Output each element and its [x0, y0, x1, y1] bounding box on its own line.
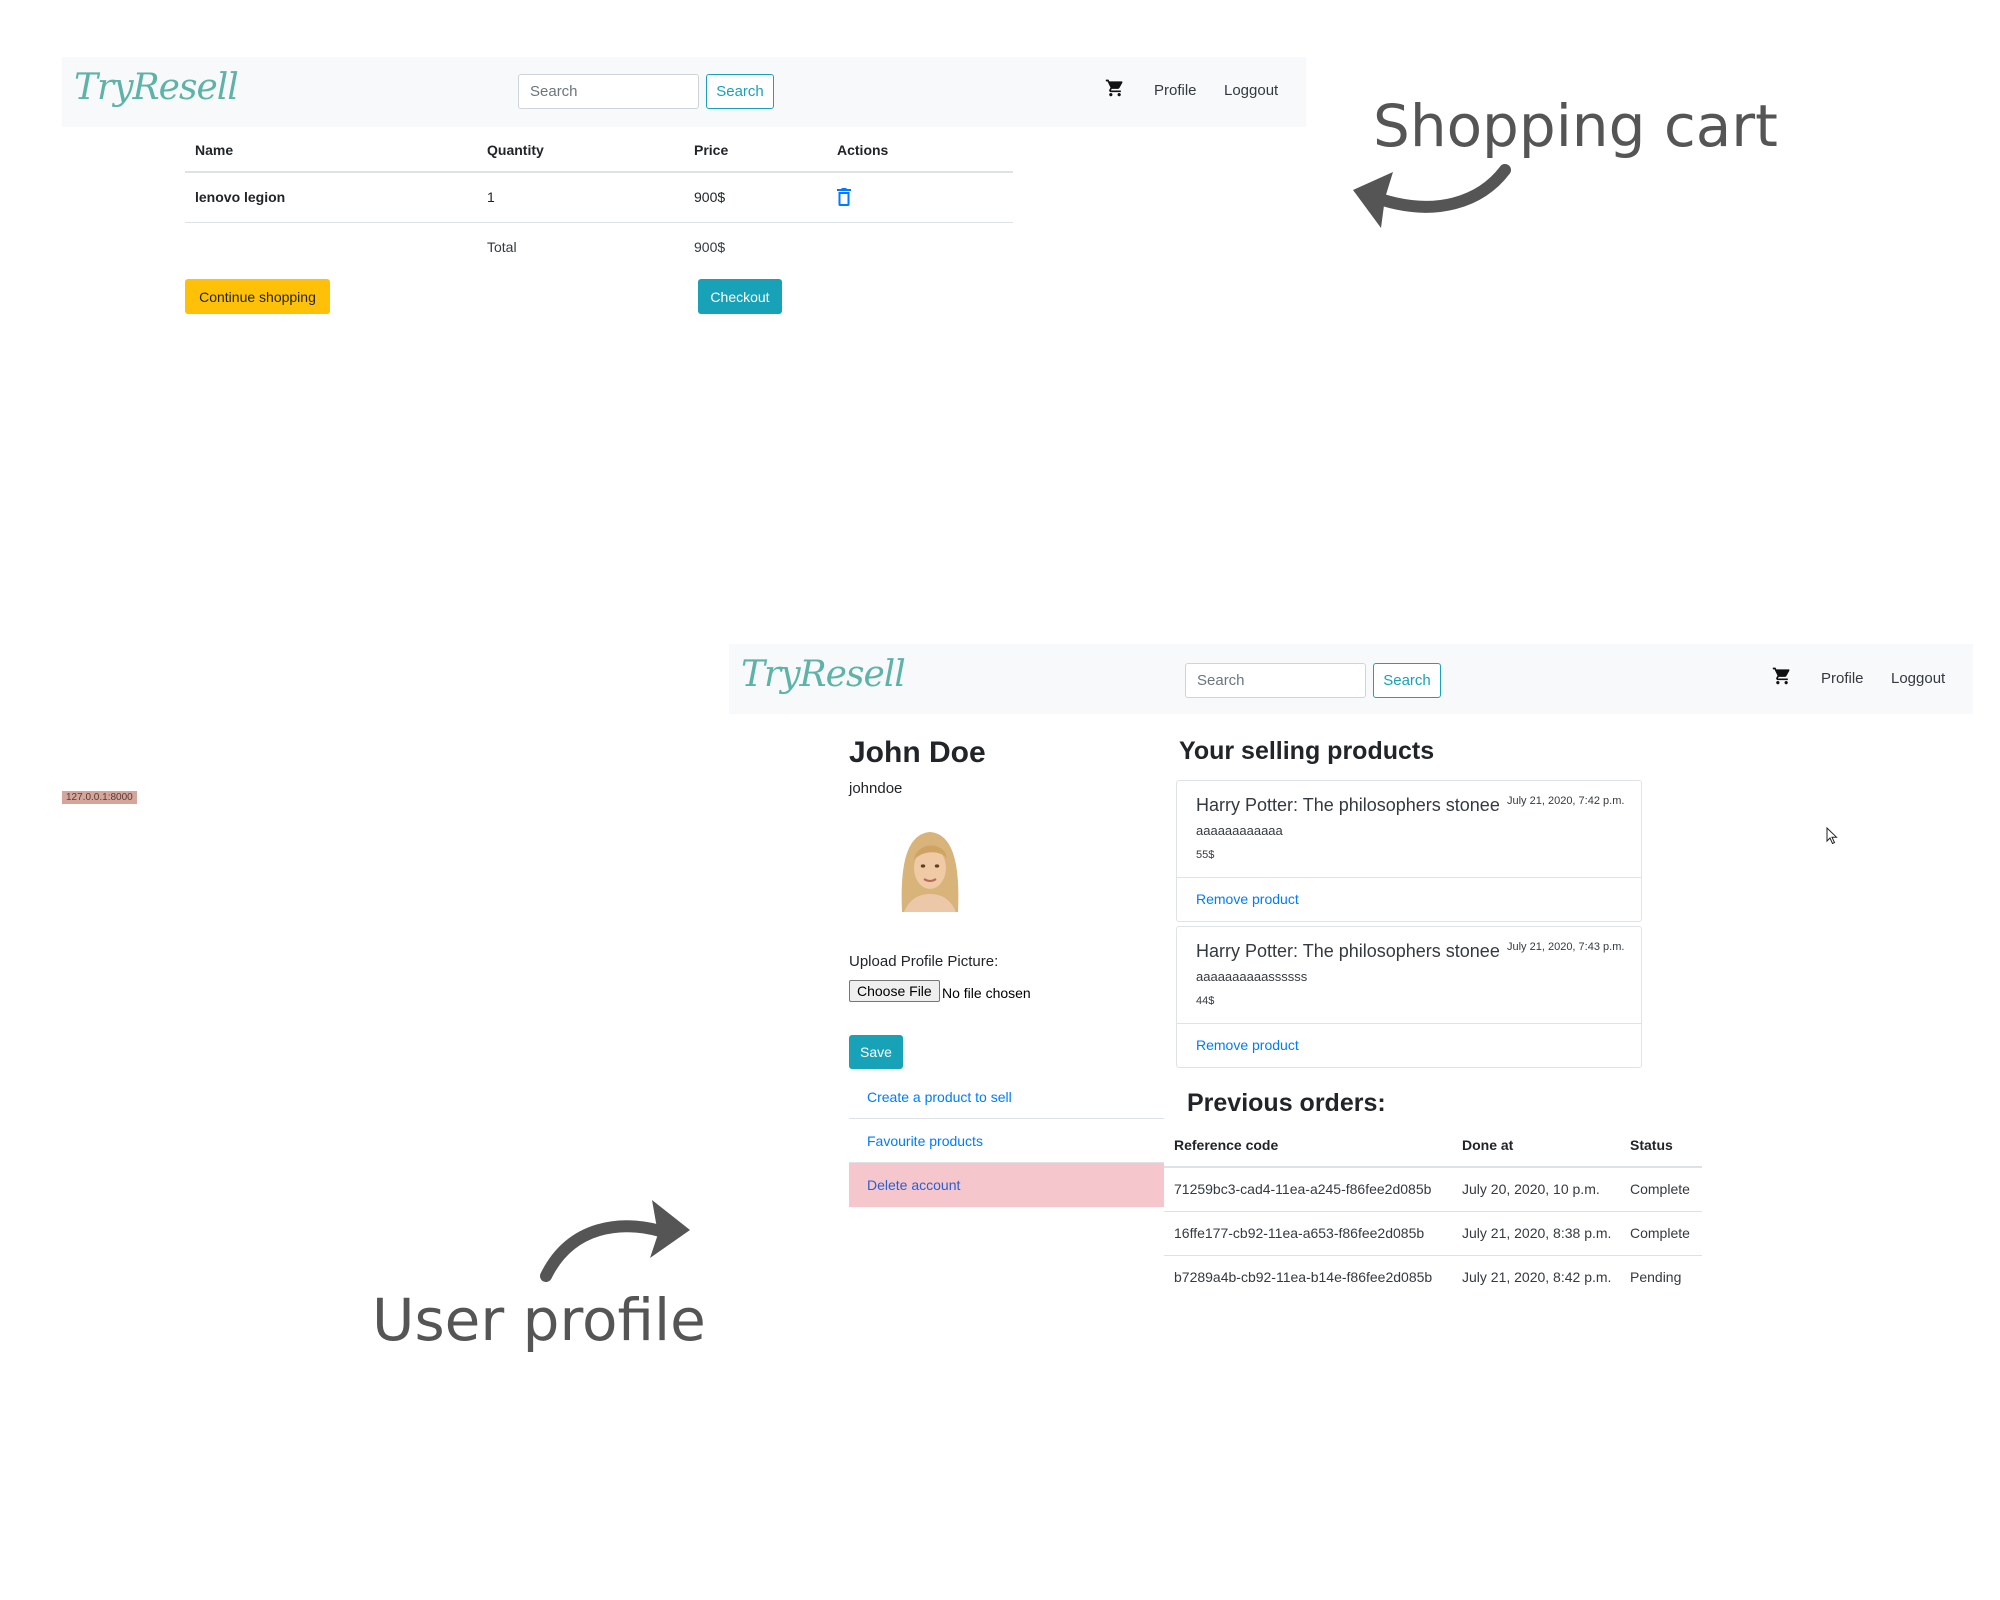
- product-description: aaaaaaaaaassssss: [1196, 969, 1308, 984]
- product-title: Harry Potter: The philosophers stonee: [1196, 941, 1500, 961]
- product-price: 44$: [1196, 995, 1215, 1007]
- product-title: Harry Potter: The philosophers stonee: [1196, 795, 1500, 815]
- cart-header-row: Name Quantity Price Actions: [185, 128, 1013, 173]
- cart-total-empty: [827, 222, 1013, 272]
- col-price: Price: [684, 128, 827, 173]
- col-quantity: Quantity: [477, 128, 684, 173]
- cart-total-label: Total: [487, 239, 517, 256]
- col-done-at: Done at: [1452, 1124, 1620, 1168]
- upload-label: Upload Profile Picture:: [849, 953, 999, 970]
- order-ref: 16ffe177-cb92-11ea-a653-f86fee2d085b: [1164, 1211, 1452, 1256]
- cart-total-spacer: [185, 222, 477, 272]
- product-card-body: Harry Potter: The philosophers stonee Ju…: [1177, 781, 1641, 877]
- order-status: Complete: [1620, 1211, 1702, 1256]
- order-ref: 71259bc3-cad4-11ea-a245-f86fee2d085b: [1164, 1167, 1452, 1212]
- nav-profile-link[interactable]: Profile: [1821, 670, 1864, 687]
- avatar: [892, 826, 968, 912]
- remove-product-link[interactable]: Remove product: [1177, 877, 1641, 921]
- product-date: July 21, 2020, 7:42 p.m.: [1507, 795, 1625, 807]
- trash-icon[interactable]: [837, 188, 851, 207]
- cart-icon[interactable]: [1772, 666, 1792, 686]
- order-done-at: July 21, 2020, 8:42 p.m.: [1462, 1269, 1612, 1286]
- cart-total-row: Total 900$: [185, 222, 1013, 272]
- nav-logout-link[interactable]: Loggout: [1891, 670, 1945, 687]
- profile-navbar: TryResell Search Profile Loggout: [729, 644, 1973, 714]
- search-button[interactable]: Search: [1373, 663, 1441, 698]
- orders-header-row: Reference code Done at Status: [1164, 1124, 1702, 1168]
- cart-item-name: lenovo legion: [185, 172, 477, 223]
- brand-logo[interactable]: TryResell: [741, 654, 906, 695]
- profile-actions-list: Create a product to sell Favourite produ…: [849, 1075, 1164, 1207]
- product-description: aaaaaaaaaaaa: [1196, 823, 1283, 838]
- cart-item-price: 900$: [684, 172, 827, 223]
- file-status: No file chosen: [942, 985, 1031, 1001]
- product-card: Harry Potter: The philosophers stonee Ju…: [1176, 926, 1642, 1068]
- cart-navbar: TryResell Search Profile Loggout: [62, 57, 1306, 127]
- col-actions: Actions: [827, 128, 1013, 173]
- search-input[interactable]: [1185, 663, 1366, 698]
- profile-username: johndoe: [849, 780, 903, 797]
- cart-item-actions: [827, 172, 1013, 223]
- product-card-body: Harry Potter: The philosophers stonee Ju…: [1177, 927, 1641, 1023]
- nav-profile-link[interactable]: Profile: [1154, 82, 1197, 99]
- product-date: July 21, 2020, 7:43 p.m.: [1507, 941, 1625, 953]
- search-button[interactable]: Search: [706, 74, 774, 109]
- product-card: Harry Potter: The philosophers stonee Ju…: [1176, 780, 1642, 922]
- table-row: 71259bc3-cad4-11ea-a245-f86fee2d085b Jul…: [1164, 1167, 1702, 1212]
- checkout-button[interactable]: Checkout: [698, 279, 782, 314]
- favourite-products-link[interactable]: Favourite products: [849, 1119, 1164, 1163]
- product-price: 55$: [1196, 849, 1215, 861]
- order-done-at: July 20, 2020, 10 p.m.: [1452, 1167, 1620, 1212]
- search-input[interactable]: [518, 74, 699, 109]
- cart-item-quantity: 1: [477, 172, 684, 223]
- mouse-pointer-icon: [1826, 827, 1838, 845]
- table-row: 16ffe177-cb92-11ea-a653-f86fee2d085b Jul…: [1164, 1211, 1702, 1256]
- order-ref: b7289a4b-cb92-11ea-b14e-f86fee2d085b: [1174, 1269, 1433, 1286]
- table-row: lenovo legion 1 900$: [185, 172, 1013, 223]
- cart-total-value: 900$: [694, 239, 726, 256]
- order-done-at: July 21, 2020, 8:38 p.m.: [1452, 1211, 1620, 1256]
- remove-product-link[interactable]: Remove product: [1177, 1023, 1641, 1067]
- col-status: Status: [1620, 1124, 1702, 1168]
- user-profile-annotation: User profile: [372, 1286, 706, 1354]
- url-badge: 127.0.0.1:8000: [62, 791, 137, 804]
- arrow-left-icon: [1353, 164, 1511, 228]
- cart-icon[interactable]: [1105, 78, 1125, 98]
- arrow-right-icon: [540, 1200, 690, 1282]
- nav-logout-link[interactable]: Loggout: [1224, 82, 1278, 99]
- col-name: Name: [185, 128, 477, 173]
- cart-table: Name Quantity Price Actions lenovo legio…: [185, 128, 1013, 272]
- brand-logo[interactable]: TryResell: [74, 67, 239, 108]
- continue-shopping-button[interactable]: Continue shopping: [185, 279, 330, 314]
- col-reference-code: Reference code: [1164, 1124, 1452, 1168]
- choose-file-button[interactable]: Choose File: [849, 980, 940, 1002]
- previous-orders-title: Previous orders:: [1187, 1089, 1386, 1117]
- selling-products-title: Your selling products: [1179, 737, 1435, 765]
- orders-table: Reference code Done at Status 71259bc3-c…: [1164, 1124, 1702, 1299]
- order-status: Pending: [1630, 1269, 1682, 1286]
- table-row: b7289a4b-cb92-11ea-b14e-f86fee2d085b Jul…: [1164, 1255, 1702, 1299]
- order-status: Complete: [1620, 1167, 1702, 1212]
- shopping-cart-annotation: Shopping cart: [1373, 92, 1778, 160]
- create-product-link[interactable]: Create a product to sell: [849, 1075, 1164, 1119]
- save-button[interactable]: Save: [849, 1035, 903, 1069]
- profile-name: John Doe: [849, 736, 986, 769]
- delete-account-link[interactable]: Delete account: [849, 1163, 1164, 1207]
